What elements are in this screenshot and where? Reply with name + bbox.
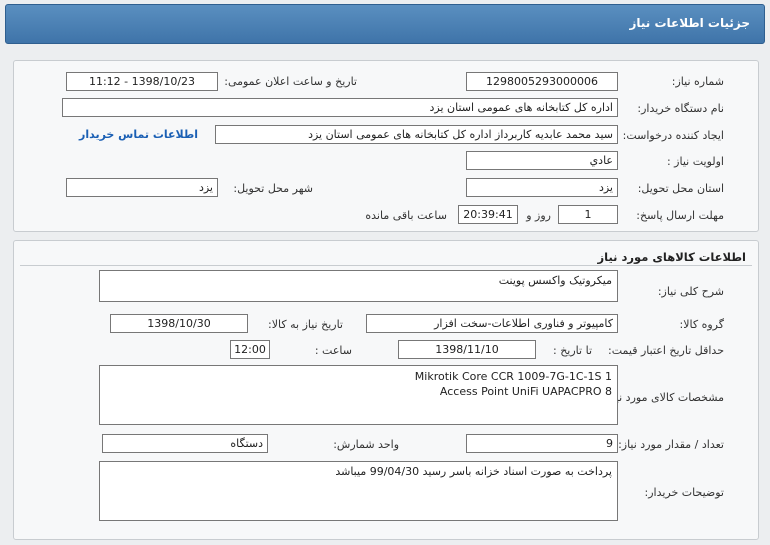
buyer-org-field[interactable]: اداره کل کتابخانه های عمومی استان یزد — [62, 98, 618, 117]
goods-section-title: اطلاعات کالاهای مورد نیاز — [597, 250, 746, 264]
goods-spec-field[interactable]: Mikrotik Core CCR 1009-7G-1C-1S 1 Access… — [99, 365, 618, 425]
days-and-label: روز و — [526, 209, 551, 222]
need-date-field[interactable]: 1398/10/30 — [110, 314, 248, 333]
to-date-label: تا تاریخ : — [553, 344, 592, 357]
priority-label: اولویت نیاز : — [666, 155, 724, 168]
requester-label: ایجاد کننده درخواست: — [622, 129, 724, 142]
buyer-contact-link[interactable]: اطلاعات تماس خریدار — [79, 128, 198, 141]
page-title: جزئیات اطلاعات نیاز — [629, 16, 750, 30]
requester-field[interactable]: سید محمد عابدیه کاربرداز اداره کل کتابخا… — [215, 125, 618, 144]
need-number-field[interactable]: 1298005293000006 — [466, 72, 618, 91]
remaining-hours-label: ساعت باقی مانده — [365, 209, 447, 222]
deadline-label: مهلت ارسال پاسخ: — [636, 209, 724, 222]
buyer-notes-field[interactable]: پرداخت به صورت اسناد خزانه باسر رسید 99/… — [99, 461, 618, 521]
goods-spec-label: مشخصات کالای مورد نیاز: — [603, 391, 724, 404]
announce-datetime-field[interactable]: 1398/10/23 - 11:12 — [66, 72, 218, 91]
section-divider — [20, 265, 752, 266]
need-date-label: تاریخ نیاز به کالا: — [268, 318, 343, 331]
delivery-city-label: شهر محل تحویل: — [233, 182, 313, 195]
validity-time-label: ساعت : — [314, 344, 352, 357]
goods-group-field[interactable]: کامپیوتر و فناوری اطلاعات-سخت افزار — [366, 314, 618, 333]
deadline-days-field[interactable]: 1 — [558, 205, 618, 224]
validity-time-field[interactable]: 12:00 — [230, 340, 270, 359]
spec-line: Mikrotik Core CCR 1009-7G-1C-1S 1 — [414, 370, 612, 383]
delivery-city-field[interactable]: یزد — [66, 178, 218, 197]
announce-datetime-label: تاریخ و ساعت اعلان عمومی: — [224, 75, 357, 88]
general-desc-label: شرح کلی نیاز: — [657, 285, 724, 298]
unit-label: واحد شمارش: — [333, 438, 399, 451]
goods-group-label: گروه کالا: — [679, 318, 724, 331]
quantity-label: تعداد / مقدار مورد نیاز: — [618, 438, 724, 451]
delivery-province-label: استان محل تحویل: — [637, 182, 724, 195]
unit-field[interactable]: دستگاه — [102, 434, 268, 453]
buyer-org-label: نام دستگاه خریدار: — [637, 102, 724, 115]
delivery-province-field[interactable]: یزد — [466, 178, 618, 197]
validity-date-field[interactable]: 1398/11/10 — [398, 340, 536, 359]
deadline-time-field[interactable]: 20:39:41 — [458, 205, 518, 224]
page-header: جزئیات اطلاعات نیاز — [5, 4, 765, 44]
need-info-panel: شماره نیاز: 1298005293000006 تاریخ و ساع… — [13, 60, 759, 232]
quantity-field[interactable]: 9 — [466, 434, 618, 453]
general-desc-field[interactable]: میکروتیک واکسس پوینت — [99, 270, 618, 302]
need-number-label: شماره نیاز: — [671, 75, 724, 88]
price-validity-label: حداقل تاریخ اعتبار قیمت: — [608, 344, 724, 357]
spec-line: Access Point UniFi UAPACPRO 8 — [439, 385, 612, 398]
goods-info-panel: اطلاعات کالاهای مورد نیاز شرح کلی نیاز: … — [13, 240, 759, 540]
priority-field[interactable]: عادي — [466, 151, 618, 170]
buyer-notes-label: توضیحات خریدار: — [644, 486, 725, 499]
